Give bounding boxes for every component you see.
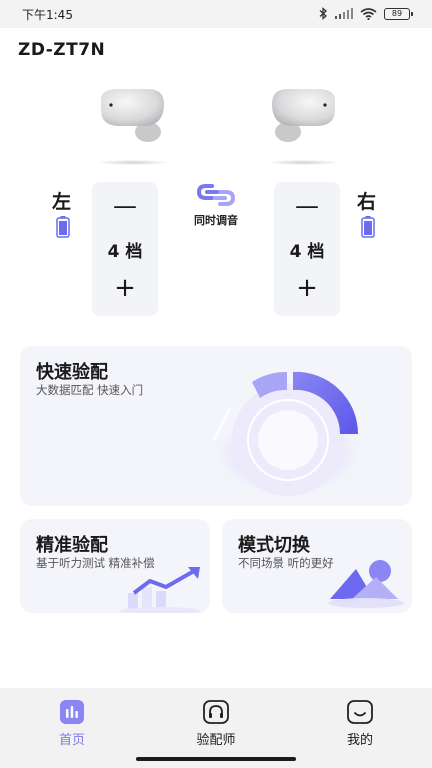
left-battery-icon [56,216,70,238]
right-label: 右 [357,191,377,213]
nav-mine-label: 我的 [346,733,373,748]
left-label: 左 [52,191,72,213]
headset-icon [203,700,229,724]
right-battery-icon [361,216,375,238]
right-increase-button[interactable]: + [274,274,340,302]
left-decrease-button[interactable]: — [92,192,158,220]
precise-fit-card[interactable]: 精准验配 基于听力测试 精准补偿 [20,519,210,613]
home-chart-icon [60,700,84,724]
nav-home[interactable]: 首页 [32,700,112,748]
sync-adjust-label: 同时调音 [194,214,238,227]
landscape-icon [328,560,404,608]
status-icons: 89 [319,7,413,20]
device-title: ZD-ZT7N [18,40,106,60]
precise-fit-title: 精准验配 [36,535,108,556]
link-icon [197,184,235,206]
left-level-value: 4 档 [107,242,143,262]
right-earbud-image [272,89,335,142]
left-earbud-shadow [98,160,168,165]
mode-switch-title: 模式切换 [238,535,310,556]
home-indicator [136,757,296,761]
mode-switch-subtitle: 不同场景 听的更好 [238,556,334,570]
sync-adjust-button[interactable]: 同时调音 [188,180,244,228]
wifi-icon [360,7,377,20]
right-decrease-button[interactable]: — [274,192,340,220]
smile-face-icon [347,700,373,724]
battery-icon: 89 [384,7,413,20]
nav-fitter-label: 验配师 [196,733,236,748]
left-earbud-image [101,89,164,142]
nav-home-label: 首页 [58,733,85,748]
right-earbud-shadow [268,160,338,165]
left-increase-button[interactable]: + [92,274,158,302]
trend-chart-icon [120,567,200,613]
quick-fit-title: 快速验配 [36,362,108,383]
status-time: 下午1:45 [22,8,73,22]
gauge-illustration-icon [208,371,368,500]
nav-mine[interactable]: 我的 [320,700,400,748]
bottom-nav: 首页 验配师 我的 [0,688,432,768]
left-level-card: — 4 档 + [92,182,158,316]
right-level-value: 4 档 [289,242,325,262]
signal-icon [335,8,353,19]
right-level-card: — 4 档 + [274,182,340,316]
quick-fit-card[interactable]: 快速验配 大数据匹配 快速入门 [20,346,412,506]
nav-fitter[interactable]: 验配师 [176,700,256,748]
mode-switch-card[interactable]: 模式切换 不同场景 听的更好 [222,519,412,613]
status-bar: 下午1:45 89 [0,0,432,28]
quick-fit-subtitle: 大数据匹配 快速入门 [36,383,144,397]
bluetooth-icon [319,7,327,20]
